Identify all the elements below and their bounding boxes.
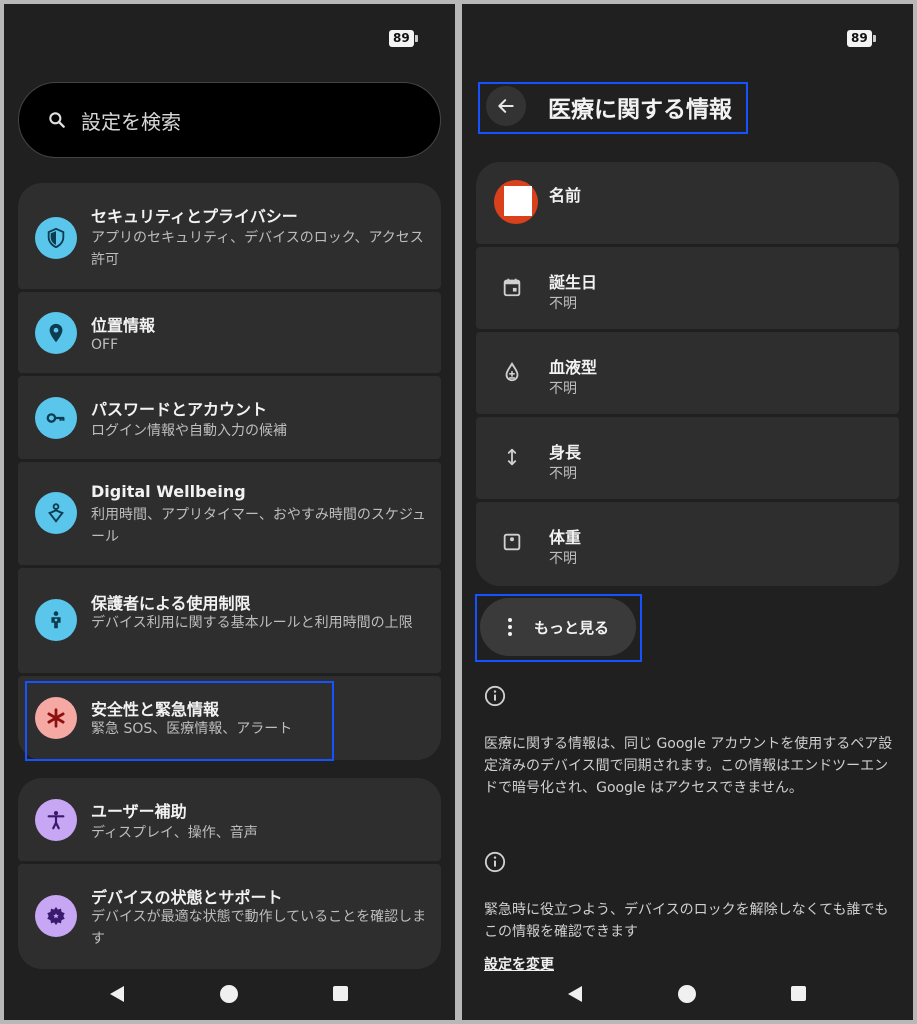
home-nav-icon[interactable] (220, 985, 238, 1003)
settings-item-subtitle: デバイスが最適な状態で動作していることを確認します (91, 909, 427, 947)
medical-row-label: 身長 (549, 443, 582, 462)
settings-item-passwords[interactable]: パスワードとアカウント ログイン情報や自動入力の候補 (18, 376, 441, 459)
settings-item-safety-emergency[interactable]: 安全性と緊急情報 緊急 SOS、医療情報、アラート (18, 676, 441, 760)
settings-item-title: パスワードとアカウント (91, 400, 268, 419)
more-button[interactable]: もっと見る (480, 598, 636, 656)
settings-item-subtitle: デバイス利用に関する基本ルールと利用時間の上限 (91, 615, 413, 631)
back-nav-icon[interactable] (568, 986, 582, 1002)
medical-row-blood-type[interactable]: 血液型 不明 (476, 332, 899, 414)
settings-item-title: デバイスの状態とサポート (91, 888, 283, 907)
asterisk-icon (35, 697, 77, 739)
medical-row-weight[interactable]: 体重 不明 (476, 502, 899, 586)
info-icon (484, 851, 506, 873)
recents-nav-icon[interactable] (791, 986, 806, 1001)
medical-row-birthday[interactable]: 誕生日 不明 (476, 247, 899, 329)
settings-item-security[interactable]: セキュリティとプライバシー アプリのセキュリティ、デバイスのロック、アクセス許可 (18, 183, 441, 289)
more-vert-icon (508, 618, 512, 636)
medical-info-screen: 89 医療に関する情報 名前 誕生日 不明 血液型 不明 身長 不明 体重 不明 (462, 4, 913, 1020)
key-icon (35, 397, 77, 439)
height-arrows-icon (500, 445, 524, 469)
back-button[interactable] (486, 86, 526, 126)
settings-item-subtitle: 利用時間、アプリタイマー、おやすみ時間のスケジュール (91, 507, 426, 545)
family-icon (35, 599, 77, 641)
medical-row-value: 不明 (549, 466, 577, 482)
navigation-bar (4, 982, 455, 1006)
change-settings-link[interactable]: 設定を変更 (484, 954, 554, 974)
search-bar[interactable]: 設定を検索 (18, 82, 441, 158)
medical-row-label: 名前 (549, 186, 582, 205)
settings-screen: 89 設定を検索 セキュリティとプライバシー アプリのセキュリティ、デバイスのロ… (4, 4, 455, 1020)
settings-item-digital-wellbeing[interactable]: Digital Wellbeing 利用時間、アプリタイマー、おやすみ時間のスケ… (18, 462, 441, 565)
settings-item-title: 保護者による使用制限 (91, 594, 251, 613)
wellbeing-icon (35, 492, 77, 534)
calendar-icon (500, 275, 524, 299)
search-icon (49, 112, 65, 128)
back-nav-icon[interactable] (110, 986, 124, 1002)
navigation-bar (462, 982, 913, 1006)
search-placeholder: 設定を検索 (81, 109, 181, 134)
more-button-label: もっと見る (534, 618, 610, 637)
settings-item-title: Digital Wellbeing (91, 482, 246, 501)
settings-item-title: ユーザー補助 (91, 802, 187, 821)
gear-icon (35, 895, 77, 937)
medical-row-name[interactable]: 名前 (476, 162, 899, 244)
arrow-left-icon (498, 99, 514, 113)
medical-row-label: 誕生日 (549, 273, 598, 292)
scale-icon (500, 530, 524, 554)
settings-item-subtitle: ログイン情報や自動入力の候補 (91, 423, 287, 439)
settings-item-title: 安全性と緊急情報 (91, 700, 220, 719)
avatar-redaction (504, 186, 532, 216)
settings-item-subtitle: ディスプレイ、操作、音声 (91, 825, 258, 841)
shield-icon (35, 217, 77, 259)
recents-nav-icon[interactable] (333, 986, 348, 1001)
page-title: 医療に関する情報 (548, 97, 732, 123)
location-pin-icon (35, 312, 77, 354)
settings-item-subtitle: アプリのセキュリティ、デバイスのロック、アクセス許可 (91, 230, 424, 268)
settings-item-device-health[interactable]: デバイスの状態とサポート デバイスが最適な状態で動作していることを確認します (18, 864, 441, 969)
settings-item-accessibility[interactable]: ユーザー補助 ディスプレイ、操作、音声 (18, 778, 441, 861)
battery-indicator: 89 (847, 30, 876, 47)
settings-item-subtitle: 緊急 SOS、医療情報、アラート (91, 721, 293, 737)
settings-item-title: セキュリティとプライバシー (91, 207, 298, 226)
lockscreen-info-text: 緊急時に役立つよう、デバイスのロックを解除しなくても誰でもこの情報を確認できます (484, 902, 889, 940)
medical-row-height[interactable]: 身長 不明 (476, 417, 899, 499)
avatar (494, 180, 538, 224)
settings-item-title: 位置情報 (91, 316, 156, 335)
medical-row-value: 不明 (549, 381, 577, 397)
accessibility-icon (35, 799, 77, 841)
settings-item-parental-controls[interactable]: 保護者による使用制限 デバイス利用に関する基本ルールと利用時間の上限 (18, 568, 441, 673)
medical-row-value: 不明 (549, 296, 577, 312)
medical-row-value: 不明 (549, 551, 577, 567)
medical-row-label: 体重 (549, 528, 582, 547)
settings-item-subtitle: OFF (91, 337, 119, 353)
battery-indicator: 89 (389, 30, 418, 47)
home-nav-icon[interactable] (678, 985, 696, 1003)
info-icon (484, 685, 506, 707)
settings-item-location[interactable]: 位置情報 OFF (18, 292, 441, 373)
blood-drop-icon (500, 360, 524, 384)
medical-row-label: 血液型 (549, 358, 598, 377)
sync-info-text: 医療に関する情報は、同じ Google アカウントを使用するペア設定済みのデバイ… (484, 736, 893, 796)
